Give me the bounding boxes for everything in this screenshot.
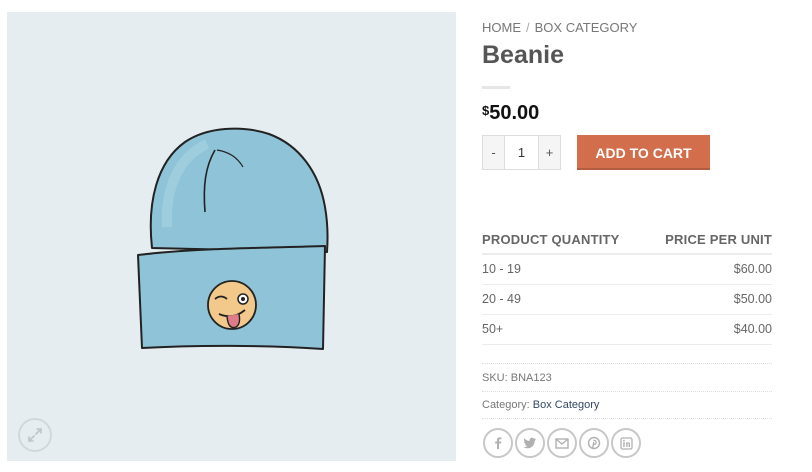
breadcrumb-home-link[interactable]: Home — [482, 20, 521, 35]
currency-symbol: $ — [482, 103, 490, 118]
tier-price: $60.00 — [645, 254, 772, 285]
pinterest-icon[interactable] — [579, 428, 609, 458]
tier-quantity: 20 - 49 — [482, 284, 646, 315]
table-row: 20 - 49 $50.00 — [482, 284, 772, 315]
product-summary: Home / Box Category Beanie $50.00 - + Add … — [482, 0, 774, 472]
tier-quantity: 50+ — [482, 314, 646, 345]
breadcrumb-separator: / — [526, 20, 530, 35]
linkedin-icon[interactable] — [611, 428, 641, 458]
product-title: Beanie — [482, 41, 564, 69]
title-divider — [482, 86, 510, 89]
product-image-gallery[interactable] — [7, 12, 456, 461]
tiered-pricing-table: Product Quantity Price per unit 10 - 19 … — [482, 226, 772, 345]
sku-wrapper: SKU: BNA123 — [482, 363, 772, 392]
product-price: $50.00 — [482, 102, 539, 125]
sku-value: BNA123 — [510, 372, 552, 384]
table-header-row: Product Quantity Price per unit — [482, 226, 772, 255]
column-header-price: Price per unit — [645, 226, 772, 255]
table-row: 10 - 19 $60.00 — [482, 254, 772, 285]
quantity-decrease-button[interactable]: - — [483, 136, 504, 169]
breadcrumb: Home / Box Category — [482, 20, 637, 35]
product-image[interactable] — [7, 12, 456, 461]
beanie-crown — [149, 127, 329, 253]
sku-label: SKU: — [482, 372, 508, 384]
breadcrumb-category-link[interactable]: Box Category — [535, 20, 638, 35]
quantity-input[interactable] — [504, 136, 539, 169]
winking-emoji — [207, 280, 257, 330]
facebook-icon[interactable] — [483, 428, 513, 458]
quantity-increase-button[interactable]: + — [539, 136, 560, 169]
add-to-cart-button[interactable]: Add to cart — [577, 135, 710, 170]
column-header-quantity: Product Quantity — [482, 226, 646, 255]
table-row: 50+ $40.00 — [482, 314, 772, 345]
tier-quantity: 10 - 19 — [482, 254, 646, 285]
category-wrapper: Category: Box Category — [482, 392, 772, 419]
expand-icon — [28, 428, 42, 442]
tier-price: $50.00 — [645, 284, 772, 315]
zoom-button[interactable] — [18, 418, 52, 452]
tier-price: $40.00 — [645, 314, 772, 345]
email-icon[interactable] — [547, 428, 577, 458]
twitter-icon[interactable] — [515, 428, 545, 458]
category-label: Category: — [482, 399, 530, 411]
share-icons — [483, 428, 641, 458]
category-link[interactable]: Box Category — [533, 399, 600, 411]
quantity-stepper: - + — [482, 135, 561, 170]
price-amount: 50.00 — [489, 102, 540, 124]
